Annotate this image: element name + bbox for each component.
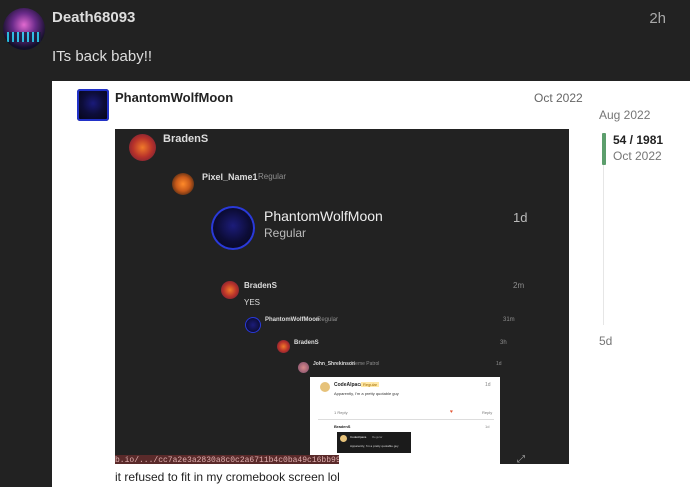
- pixel-avatar: [172, 173, 194, 195]
- screenshot-n2-time: 3h: [500, 340, 507, 346]
- screenshot-reply-time: 2m: [513, 281, 525, 290]
- screenshot-n2-user: BradenS: [294, 340, 319, 346]
- screenshot-user2-role: Regular: [258, 172, 287, 181]
- card-divider: [318, 419, 494, 420]
- screenshot-reply-user: BradenS: [244, 281, 277, 290]
- john-avatar: [298, 362, 309, 373]
- nested-post-card: CodeAlpaca Regular 1d Apparently, I'm a …: [310, 377, 500, 464]
- timeline-post-count: 54 / 1981: [613, 133, 664, 147]
- screenshot-n3-time: 1d: [496, 361, 502, 367]
- screenshot-reply-text: YES: [244, 298, 261, 307]
- screenshot-n3-user: John_Shrekinson: [313, 361, 355, 367]
- card-reply-button: Reply: [482, 410, 493, 415]
- timeline-end-label[interactable]: 5d: [599, 334, 612, 348]
- expand-icon[interactable]: ⤢: [517, 454, 525, 464]
- card2-time: 1d: [485, 424, 490, 429]
- post-time[interactable]: 2h: [649, 10, 666, 27]
- bradens-avatar-small: [221, 281, 239, 299]
- screenshot-top-user: BradenS: [163, 133, 209, 145]
- timeline-start-date[interactable]: Aug 2022: [599, 108, 650, 122]
- bradens-avatar: [129, 134, 156, 161]
- screenshot-big-role: Regular: [264, 226, 307, 240]
- screenshot-n1-time: 31m: [503, 317, 515, 323]
- phantom-avatar-large: [211, 206, 255, 250]
- screenshot-n3-role: Meme Patrol: [351, 361, 380, 367]
- quoted-date: Oct 2022: [534, 91, 583, 105]
- timeline-handle[interactable]: [602, 133, 606, 165]
- heart-icon: ♥: [450, 409, 453, 415]
- inner-quote-role: Regular: [372, 435, 383, 439]
- card-user: CodeAlpaca: [334, 382, 363, 388]
- screenshot-big-user: PhantomWolfMoon: [264, 208, 383, 224]
- screenshot-user2: Pixel_Name1: [202, 172, 258, 182]
- codealpaca-avatar: [320, 382, 330, 392]
- screenshot-n1-user: PhantomWolfMoon: [265, 317, 320, 323]
- quoted-caption: it refused to fit in my cromebook screen…: [115, 470, 340, 484]
- user-avatar[interactable]: [3, 8, 45, 50]
- inner-quote-box: CodeAlpaca Regular Apparently, I'm a pre…: [337, 432, 411, 453]
- card-time: 1d: [485, 382, 491, 388]
- phantom-avatar-small: [245, 317, 261, 333]
- inner-quote-text: Apparently, I'm a pretty quotable guy: [350, 444, 399, 448]
- post-username[interactable]: Death68093: [52, 9, 135, 26]
- card2-user: BradenS: [334, 424, 351, 429]
- card-badge: Regular: [361, 382, 380, 387]
- quoted-username[interactable]: PhantomWolfMoon: [115, 90, 233, 105]
- embedded-screenshot[interactable]: BradenS Pixel_Name1 Regular PhantomWolfM…: [115, 129, 569, 464]
- timeline-current-date: Oct 2022: [613, 149, 662, 163]
- quoted-post-card[interactable]: PhantomWolfMoon Oct 2022 Aug 2022 54 / 1…: [52, 81, 690, 487]
- card-replies: 1 Reply: [334, 410, 348, 415]
- card-text: Apparently, I'm a pretty quotable guy: [334, 391, 399, 396]
- quoted-user-avatar[interactable]: [77, 89, 109, 121]
- timeline-track[interactable]: [603, 165, 604, 325]
- image-url-bar: b.io/.../cc7a2e3a2830a8c0c2a6711b4c0ba49…: [115, 455, 339, 464]
- bradens-avatar-tiny: [277, 340, 290, 353]
- screenshot-n1-role: Regular: [317, 317, 339, 323]
- inner-quote-user: CodeAlpaca: [350, 435, 367, 439]
- screenshot-big-time: 1d: [513, 210, 528, 225]
- inner-quote-avatar: [340, 435, 347, 442]
- post-body-text: ITs back baby!!: [52, 48, 153, 65]
